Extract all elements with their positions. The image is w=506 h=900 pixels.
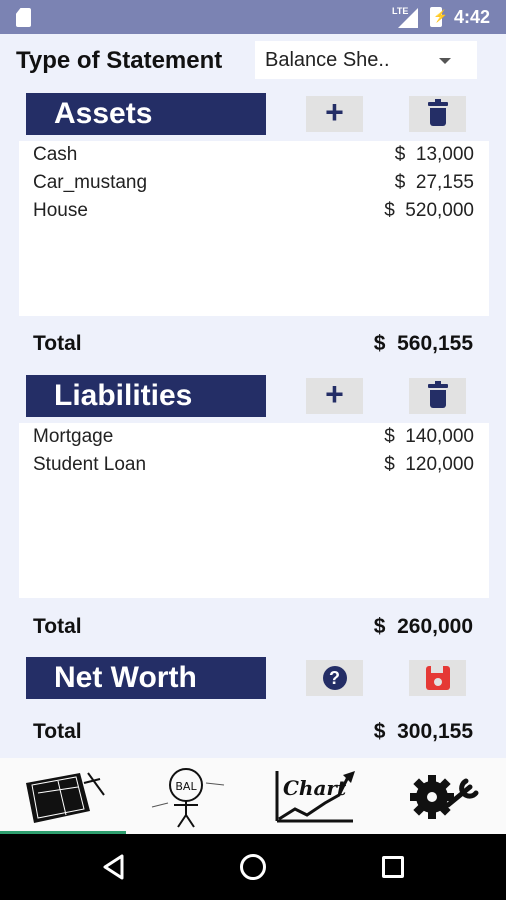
net-worth-header: Net Worth bbox=[26, 657, 266, 699]
save-icon bbox=[425, 666, 450, 690]
battery-charging-icon: ⚡ bbox=[430, 7, 448, 27]
item-name: Car_mustang bbox=[33, 172, 148, 193]
item-amount: $ 140,000 bbox=[384, 426, 474, 447]
delete-asset-button[interactable] bbox=[409, 96, 466, 132]
item-amount: $ 13,000 bbox=[394, 144, 474, 165]
trash-icon bbox=[427, 381, 448, 408]
liabilities-total-row: Total $ 260,000 bbox=[0, 607, 506, 647]
balance-book-icon bbox=[26, 772, 105, 823]
dropdown-arrow-icon bbox=[439, 58, 451, 64]
net-worth-total-amount: $ 300,155 bbox=[373, 720, 473, 743]
recent-apps-icon[interactable] bbox=[382, 856, 404, 878]
network-type: LTE bbox=[392, 6, 409, 16]
total-label: Total bbox=[33, 332, 82, 355]
liabilities-header: Liabilities bbox=[26, 375, 266, 417]
item-amount: $ 520,000 bbox=[384, 200, 474, 221]
settings-gears-icon bbox=[410, 775, 479, 819]
svg-text:BAL: BAL bbox=[175, 780, 197, 793]
statement-type-value: Balance She.. bbox=[265, 49, 390, 71]
plus-icon: + bbox=[325, 94, 344, 130]
net-worth-total-row: Total $ 300,155 bbox=[0, 712, 506, 752]
list-item[interactable]: Car_mustang $ 27,155 bbox=[19, 169, 489, 197]
total-label: Total bbox=[33, 720, 82, 743]
statement-type-dropdown[interactable]: Balance She.. bbox=[255, 41, 477, 79]
liabilities-list[interactable]: Mortgage $ 140,000 Student Loan $ 120,00… bbox=[19, 423, 489, 598]
tab-balance-book[interactable] bbox=[0, 758, 126, 834]
item-amount: $ 120,000 bbox=[384, 454, 474, 475]
item-name: House bbox=[33, 200, 88, 221]
delete-liability-button[interactable] bbox=[409, 378, 466, 414]
list-item[interactable]: Mortgage $ 140,000 bbox=[19, 423, 489, 451]
assets-total-amount: $ 560,155 bbox=[373, 332, 473, 355]
home-icon[interactable] bbox=[240, 854, 266, 880]
assets-total-row: Total $ 560,155 bbox=[0, 324, 506, 364]
trash-icon bbox=[427, 99, 448, 126]
list-item[interactable]: Cash $ 13,000 bbox=[19, 141, 489, 169]
item-amount: $ 27,155 bbox=[394, 172, 474, 193]
status-bar: LTE ⚡ 4:42 bbox=[0, 0, 506, 34]
total-label: Total bbox=[33, 615, 82, 638]
add-asset-button[interactable]: + bbox=[306, 96, 363, 132]
chart-icon: Chart bbox=[275, 771, 355, 823]
plus-icon: + bbox=[325, 376, 344, 412]
help-button[interactable]: ? bbox=[306, 660, 363, 696]
item-name: Mortgage bbox=[33, 426, 114, 447]
assets-header: Assets bbox=[26, 93, 266, 135]
item-name: Cash bbox=[33, 144, 78, 165]
back-icon[interactable] bbox=[102, 854, 126, 880]
statement-type-label: Type of Statement bbox=[16, 47, 223, 74]
status-time: 4:42 bbox=[454, 7, 491, 27]
system-navigation-bar bbox=[0, 834, 506, 900]
help-icon: ? bbox=[322, 666, 347, 690]
item-name: Student Loan bbox=[33, 454, 147, 475]
liabilities-total-amount: $ 260,000 bbox=[373, 615, 473, 638]
assets-list[interactable]: Cash $ 13,000 Car_mustang $ 27,155 House… bbox=[19, 141, 489, 316]
list-item[interactable]: House $ 520,000 bbox=[19, 197, 489, 225]
list-item[interactable]: Student Loan $ 120,000 bbox=[19, 451, 489, 479]
tab-settings[interactable] bbox=[378, 758, 504, 834]
statement-type-row: Type of Statement Balance She.. bbox=[0, 34, 506, 90]
sim-icon bbox=[16, 8, 31, 27]
bottom-tab-bar: BAL Chart bbox=[0, 758, 506, 834]
add-liability-button[interactable]: + bbox=[306, 378, 363, 414]
tab-balance-sheet[interactable]: BAL bbox=[126, 758, 252, 834]
tab-chart[interactable]: Chart bbox=[252, 758, 378, 834]
balance-sheet-icon: BAL bbox=[151, 768, 225, 828]
save-button[interactable] bbox=[409, 660, 466, 696]
